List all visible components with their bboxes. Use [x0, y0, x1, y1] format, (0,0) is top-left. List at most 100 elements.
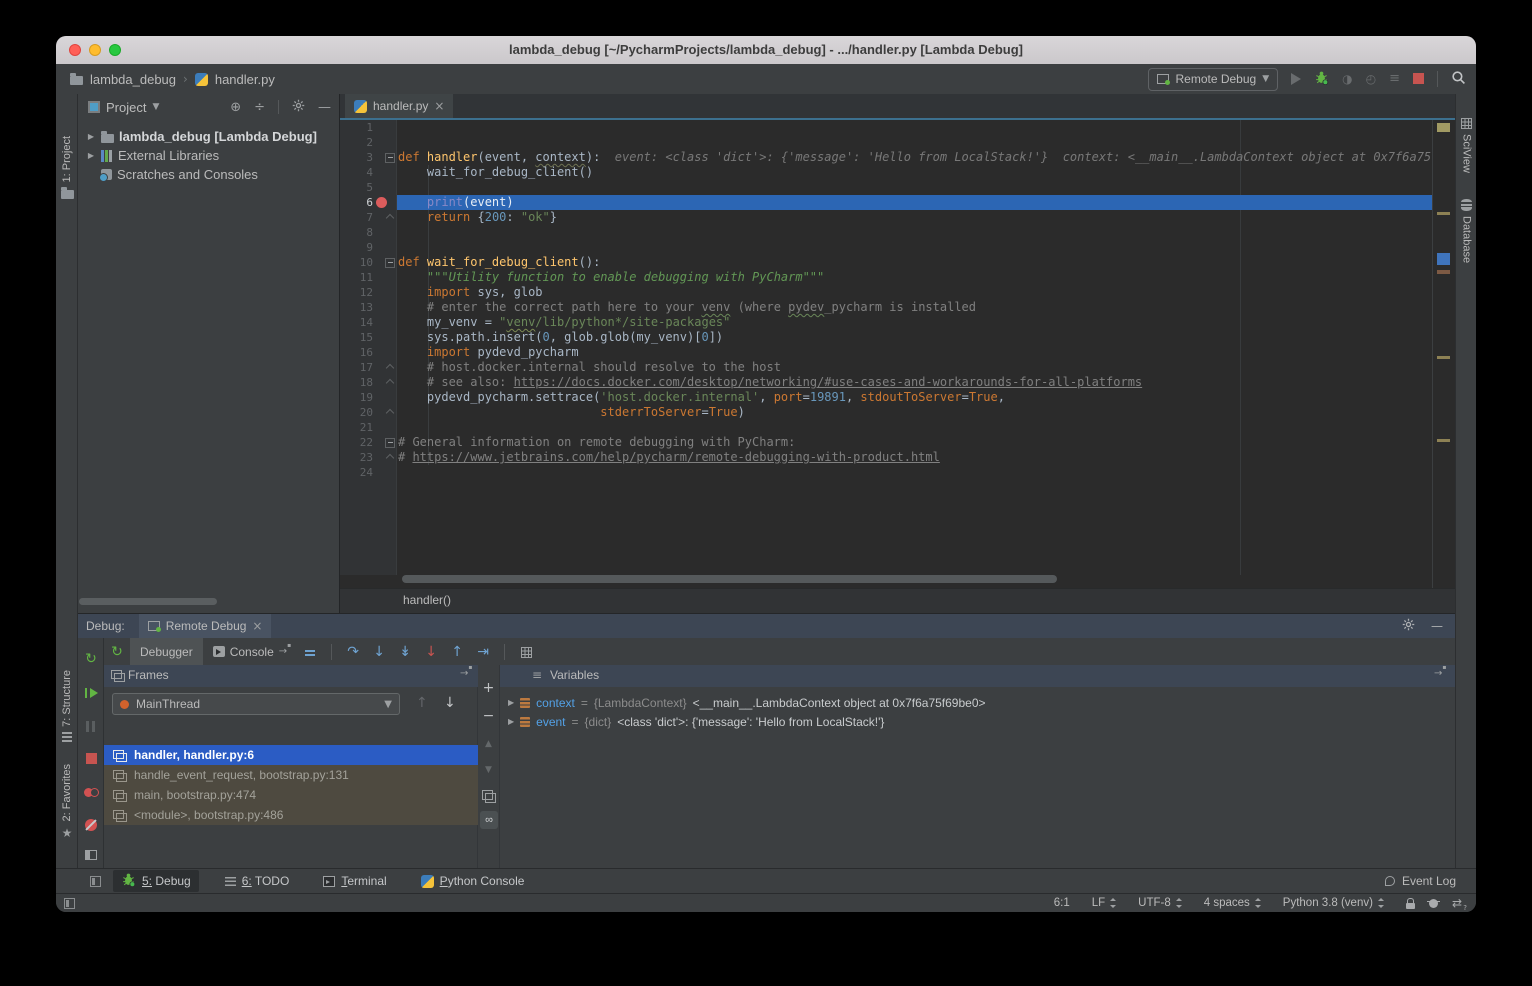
variable-row[interactable]: ▶event = {dict}<class 'dict'>: {'message… — [500, 712, 1455, 731]
run-button[interactable] — [1291, 70, 1301, 88]
menu-icon[interactable]: ≡ — [532, 668, 542, 682]
fold-icon[interactable] — [386, 454, 394, 462]
gutter-line[interactable]: 18 — [340, 375, 396, 390]
tree-item[interactable]: ▶lambda_debug [Lambda Debug] — [78, 127, 339, 146]
stop-button[interactable] — [1413, 70, 1424, 88]
interpreter-select[interactable]: Python 3.8 (venv) — [1283, 897, 1384, 909]
gutter-line[interactable]: 2 — [340, 135, 396, 150]
gutter-line[interactable]: 3 — [340, 150, 396, 165]
code-line[interactable] — [398, 420, 1432, 435]
gutter-line[interactable]: 19 — [340, 390, 396, 405]
coverage-button[interactable]: ◑ — [1342, 70, 1352, 88]
close-session-icon[interactable]: × — [252, 619, 262, 633]
caret-position[interactable]: 6:1 — [1054, 897, 1070, 909]
code-line[interactable]: # General information on remote debuggin… — [398, 435, 1432, 450]
rerun-session-button[interactable]: ↻ — [104, 644, 130, 660]
gutter-line[interactable]: 20 — [340, 405, 396, 420]
pause-button[interactable] — [78, 718, 104, 736]
encoding-select[interactable]: UTF-8 — [1138, 897, 1182, 909]
tool-window-toggle-icon[interactable] — [90, 876, 101, 887]
gear-icon[interactable] — [292, 99, 305, 116]
view-breakpoints-button[interactable] — [78, 784, 104, 802]
code-line[interactable]: import pydevd_pycharm — [398, 345, 1432, 360]
breadcrumb-project[interactable]: lambda_debug — [90, 72, 176, 87]
code-line[interactable]: pydevd_pycharm.settrace('host.docker.int… — [398, 390, 1432, 405]
tool-sciview[interactable]: SciView — [1456, 118, 1476, 173]
tool-project[interactable]: 1: Project — [56, 136, 78, 199]
code-line[interactable]: stderrToServer=True) — [398, 405, 1432, 420]
stop-button[interactable] — [78, 750, 104, 768]
gutter-line[interactable]: 13 — [340, 300, 396, 315]
tool-window-switcher-icon[interactable] — [64, 898, 75, 909]
code-line[interactable]: wait_for_debug_client() — [398, 165, 1432, 180]
step-out-button[interactable]: ↑ — [444, 643, 470, 660]
project-h-scrollbar[interactable] — [79, 598, 217, 605]
profiler-button[interactable]: ◴ — [1366, 70, 1376, 88]
toolwindow-tab-python-console[interactable]: Python Console — [413, 872, 533, 890]
code-line[interactable]: return {200: "ok"} — [398, 210, 1432, 225]
fold-icon[interactable] — [386, 379, 394, 387]
step-into-button[interactable]: ↓ — [366, 643, 392, 660]
code-line[interactable] — [398, 465, 1432, 480]
force-step-into-button[interactable]: ↓ — [418, 643, 444, 660]
chevron-down-icon[interactable]: ▼ — [152, 102, 159, 112]
pin-icon[interactable]: → — [1434, 668, 1442, 679]
gutter-line[interactable]: 23 — [340, 450, 396, 465]
previous-frame-button[interactable]: ↑ — [416, 695, 428, 711]
mute-breakpoints-button[interactable] — [78, 816, 104, 834]
gutter-line[interactable]: 7 — [340, 210, 396, 225]
show-execution-point-button[interactable] — [297, 644, 323, 660]
step-into-my-code-button[interactable]: ↡ — [392, 643, 418, 660]
debugger-tab-console[interactable]: Console→ — [203, 638, 297, 665]
variable-row[interactable]: ▶context = {LambdaContext}<__main__.Lamb… — [500, 693, 1455, 712]
debugger-tab-debugger[interactable]: Debugger — [130, 638, 203, 665]
debug-session-tab[interactable]: Remote Debug × — [139, 614, 272, 638]
remove-watch-button[interactable]: − — [478, 707, 499, 725]
tool-favorites[interactable]: 2: Favorites★ — [56, 764, 78, 840]
tree-item[interactable]: ▶External Libraries — [78, 146, 339, 165]
stack-frame-row[interactable]: <module>, bootstrap.py:486 — [104, 805, 478, 825]
fold-icon[interactable] — [386, 214, 394, 222]
fold-icon[interactable] — [385, 153, 395, 163]
close-tab-icon[interactable]: × — [434, 99, 444, 113]
tool-database[interactable]: Database — [1456, 199, 1476, 263]
code-line[interactable]: """Utility function to enable debugging … — [398, 270, 1432, 285]
editor-tab-handler[interactable]: handler.py × — [345, 94, 453, 118]
error-stripe[interactable] — [1432, 120, 1455, 588]
gutter-line[interactable]: 11 — [340, 270, 396, 285]
gutter-line[interactable]: 22 — [340, 435, 396, 450]
project-panel-title[interactable]: Project — [106, 100, 146, 115]
fold-icon[interactable] — [385, 258, 395, 268]
gutter-line[interactable]: 21 — [340, 420, 396, 435]
code-line[interactable]: # enter the correct path here to your ve… — [398, 300, 1432, 315]
code-line[interactable]: import sys, glob — [398, 285, 1432, 300]
gutter-line[interactable]: 14 — [340, 315, 396, 330]
editor-breadcrumb[interactable]: handler() — [403, 593, 451, 607]
hide-panel-icon[interactable]: — — [318, 100, 331, 115]
resume-button[interactable] — [78, 684, 104, 702]
sync-icon[interactable]: ⇄ — [1452, 896, 1462, 910]
debug-button[interactable] — [1314, 70, 1329, 89]
step-over-button[interactable]: ↷ — [340, 643, 366, 660]
gutter-line[interactable]: 9 — [340, 240, 396, 255]
lock-icon[interactable] — [1406, 903, 1415, 909]
code-line[interactable]: def wait_for_debug_client(): — [398, 255, 1432, 270]
code-line[interactable] — [398, 240, 1432, 255]
code-line[interactable]: # see also: https://docs.docker.com/desk… — [398, 375, 1432, 390]
tool-structure[interactable]: 7: Structure — [56, 670, 78, 742]
gutter-line[interactable]: 4 — [340, 165, 396, 180]
gutter-line[interactable]: 12 — [340, 285, 396, 300]
fold-icon[interactable] — [385, 438, 395, 448]
restore-layout-button[interactable] — [78, 846, 104, 864]
expand-arrow-icon[interactable]: ▶ — [86, 151, 96, 160]
code-line[interactable]: def handler(event, context): event: <cla… — [398, 150, 1432, 165]
gutter-line[interactable]: 5 — [340, 180, 396, 195]
rerun-button[interactable]: ↻ — [78, 650, 104, 668]
code-line[interactable]: my_venv = "venv/lib/python*/site-package… — [398, 315, 1432, 330]
line-separator-select[interactable]: LF — [1092, 897, 1116, 909]
gutter-line[interactable]: 10 — [340, 255, 396, 270]
gutter-line[interactable]: 15 — [340, 330, 396, 345]
move-up-button[interactable]: ▲ — [478, 735, 499, 753]
tree-item[interactable]: Scratches and Consoles — [78, 165, 339, 184]
code-line[interactable] — [398, 225, 1432, 240]
